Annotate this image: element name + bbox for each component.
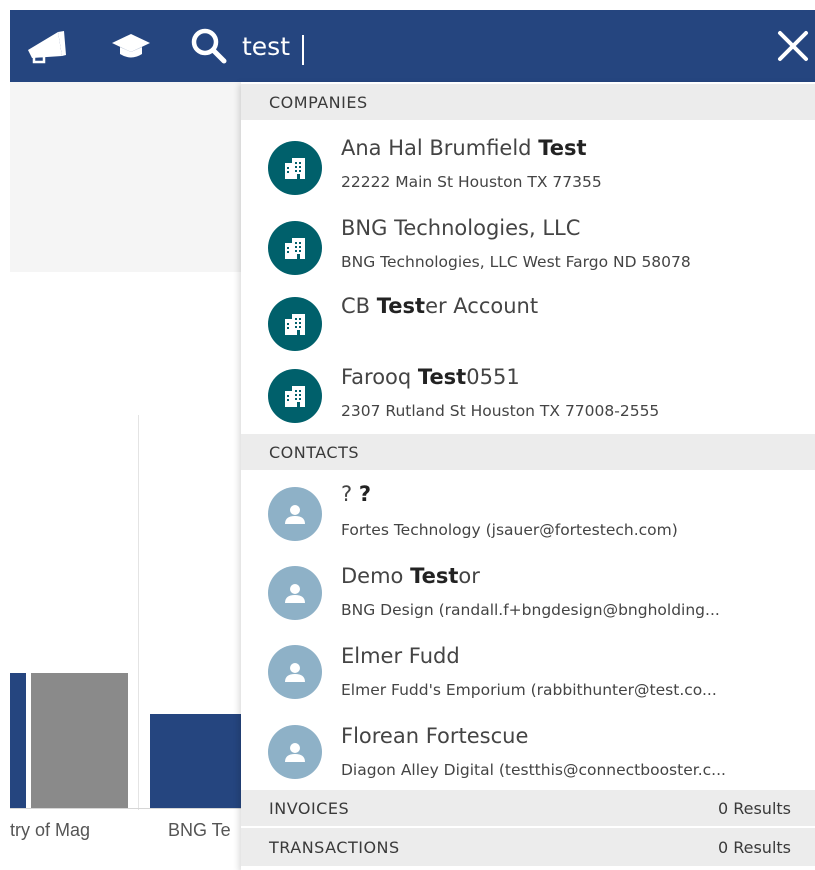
company-result-item[interactable]: Farooq Test0551 2307 Rutland St Houston … [241, 357, 815, 435]
transactions-section-header[interactable]: TRANSACTIONS 0 Results [241, 828, 815, 866]
contact-result-item[interactable]: Elmer Fudd Elmer Fudd's Emporium (rabbit… [241, 634, 815, 712]
section-title: INVOICES [269, 798, 350, 818]
chart-category-label: try of Mag [10, 820, 91, 840]
result-title: Demo Testor [341, 564, 480, 588]
building-icon [268, 141, 322, 195]
chart-bar [10, 673, 26, 808]
result-title: Ana Hal Brumfield Test [341, 136, 587, 160]
result-title: Florean Fortescue [341, 724, 529, 748]
user-icon [268, 487, 322, 541]
search-results-dropdown: COMPANIES Ana Hal Brumfield Test 22222 M… [241, 82, 815, 870]
company-result-item[interactable]: CB Tester Account [241, 286, 815, 364]
chart-axis [10, 808, 250, 809]
building-icon [268, 369, 322, 423]
text-cursor [302, 35, 304, 65]
search-icon [186, 10, 232, 82]
building-icon [268, 297, 322, 351]
user-icon [268, 566, 322, 620]
close-icon[interactable] [770, 10, 815, 82]
result-count: 0 Results [717, 837, 791, 857]
graduation-cap-icon[interactable] [110, 10, 152, 82]
result-subtitle: Diagon Alley Digital (testthis@connectbo… [341, 761, 726, 779]
top-navigation-bar [10, 10, 815, 82]
user-icon [268, 725, 322, 779]
chart-divider [138, 415, 139, 810]
chart-bar [150, 714, 242, 808]
companies-section-header: COMPANIES [241, 84, 815, 120]
contact-result-item[interactable]: ? ? Fortes Technology (jsauer@fortestech… [241, 474, 815, 552]
company-result-item[interactable]: BNG Technologies, LLC BNG Technologies, … [241, 206, 815, 284]
megaphone-icon[interactable] [24, 10, 74, 82]
result-title: CB Tester Account [341, 294, 539, 318]
result-title: BNG Technologies, LLC [341, 216, 581, 240]
user-icon [268, 645, 322, 699]
section-title: COMPANIES [269, 92, 368, 112]
invoices-section-header[interactable]: INVOICES 0 Results [241, 790, 815, 826]
result-subtitle: Elmer Fudd's Emporium (rabbithunter@test… [341, 681, 717, 699]
chart-bar [31, 673, 128, 808]
result-subtitle: 2307 Rutland St Houston TX 77008-2555 [341, 402, 660, 420]
chart-category-label: BNG Te [168, 820, 231, 840]
contact-result-item[interactable]: Demo Testor BNG Design (randall.f+bngdes… [241, 554, 815, 632]
contacts-section-header: CONTACTS [241, 434, 815, 470]
building-icon [268, 221, 322, 275]
result-subtitle: BNG Technologies, LLC West Fargo ND 5807… [341, 253, 691, 271]
result-title: ? ? [341, 482, 372, 506]
company-result-item[interactable]: Ana Hal Brumfield Test 22222 Main St Hou… [241, 126, 815, 204]
search-input[interactable] [240, 26, 760, 66]
result-subtitle: 22222 Main St Houston TX 77355 [341, 173, 602, 191]
result-subtitle: Fortes Technology (jsauer@fortestech.com… [341, 521, 678, 539]
section-title: TRANSACTIONS [269, 837, 400, 857]
result-count: 0 Results [717, 798, 791, 818]
result-title: Elmer Fudd [341, 644, 460, 668]
section-title: CONTACTS [269, 442, 360, 462]
result-subtitle: BNG Design (randall.f+bngdesign@bngholdi… [341, 601, 720, 619]
contact-result-item[interactable]: Florean Fortescue Diagon Alley Digital (… [241, 714, 815, 792]
result-title: Farooq Test0551 [341, 365, 520, 389]
